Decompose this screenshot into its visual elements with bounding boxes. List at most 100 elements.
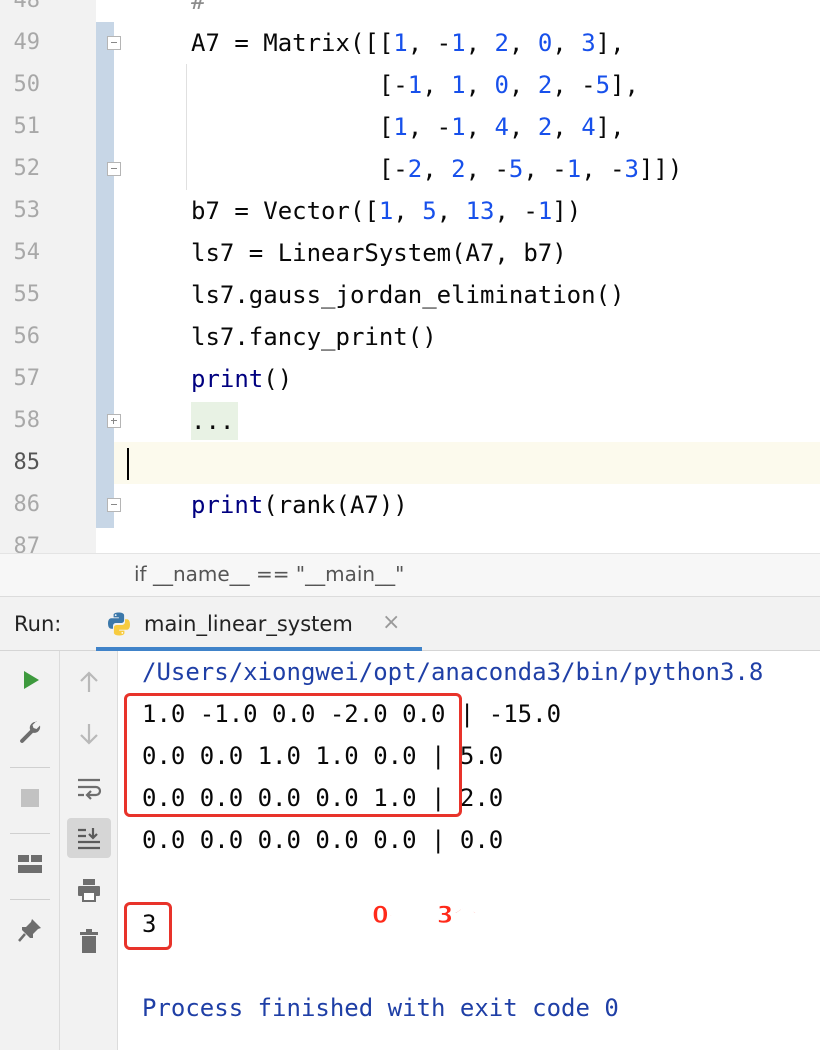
code-number: 2 (451, 155, 466, 183)
run-tool-window-header: Run: main_linear_system × (0, 597, 820, 651)
code-number: 13 (465, 197, 495, 225)
arrow-down-icon (80, 724, 98, 745)
line-number: 48 (13, 0, 41, 13)
code-text: , - (494, 197, 538, 225)
code-text: [- (191, 71, 408, 99)
code-text: , (552, 113, 582, 141)
scroll-to-end-icon (78, 828, 100, 850)
fold-end-icon[interactable] (107, 498, 121, 512)
run-tab[interactable]: main_linear_system × (96, 597, 422, 651)
code-number: 1 (537, 197, 553, 225)
code-text: A7 = Matrix([[ (191, 29, 394, 57)
soft-wrap-button[interactable] (69, 768, 109, 808)
indent-guide (186, 64, 187, 190)
line-number: 49 (13, 30, 41, 55)
code-line[interactable]: # (191, 0, 205, 22)
code-line[interactable]: ls7 = LinearSystem(A7, b7) (191, 232, 567, 274)
code-line[interactable]: print() (191, 358, 292, 400)
code-number: 1 (451, 29, 466, 57)
code-line[interactable]: print(rank(A7)) (191, 484, 408, 526)
line-number: 85 (13, 450, 41, 475)
run-tab-label: main_linear_system (144, 612, 353, 636)
code-number: 2 (537, 113, 553, 141)
printer-icon (78, 879, 100, 902)
code-text: ls7.gauss_jordan_elimination() (191, 281, 625, 309)
code-number: 5 (595, 71, 611, 99)
code-keyword: print (191, 491, 264, 519)
code-line[interactable]: b7 = Vector([1, 5, 13, -1]) (191, 190, 581, 232)
code-text: ls7 = LinearSystem(A7, b7) (191, 239, 567, 267)
line-number: 52 (13, 156, 41, 181)
code-number: 2 (407, 155, 423, 183)
line-number: 58 (13, 408, 41, 433)
code-number: 3 (581, 29, 596, 57)
clear-all-button[interactable] (69, 921, 109, 961)
python-icon (108, 612, 130, 636)
run-toolbar-left (0, 651, 60, 1050)
code-text: , - (581, 155, 625, 183)
code-line[interactable]: ... (191, 400, 234, 442)
line-number: 87 (13, 534, 41, 553)
code-line[interactable]: ls7.fancy_print() (191, 316, 437, 358)
line-number: 86 (13, 492, 41, 517)
code-comment: # (191, 0, 206, 15)
fold-collapse-icon[interactable] (107, 36, 121, 50)
code-number: 1 (451, 71, 466, 99)
line-number: 54 (13, 240, 41, 265)
code-text: , (465, 71, 495, 99)
layout-button[interactable] (10, 844, 50, 884)
code-text: ]) (552, 197, 582, 225)
scroll-down-button[interactable] (69, 714, 109, 754)
code-text: , (508, 29, 538, 57)
code-text: ], (610, 71, 639, 99)
code-text: [ (191, 113, 394, 141)
breadcrumb[interactable]: if __name__ == "__main__" (0, 553, 820, 597)
code-text: , (422, 155, 452, 183)
code-number: 4 (581, 113, 596, 141)
scroll-to-end-button[interactable] (67, 818, 111, 858)
code-text: ls7.fancy_print() (191, 323, 437, 351)
code-line[interactable]: [-2, 2, -5, -1, -3]]) (191, 148, 683, 190)
code-text: , - (523, 155, 567, 183)
code-number: 1 (566, 155, 582, 183)
code-text: , (552, 29, 582, 57)
code-text: , (465, 29, 495, 57)
line-number: 53 (13, 198, 41, 223)
code-text: , (465, 113, 495, 141)
code-number: 2 (537, 71, 553, 99)
layout-icon (18, 855, 42, 873)
scroll-up-button[interactable] (69, 662, 109, 702)
edit-configuration-button[interactable] (10, 712, 50, 752)
current-line-highlight (114, 442, 820, 484)
code-text: , (508, 71, 538, 99)
code-text: () (263, 365, 293, 393)
code-number: 2 (494, 29, 509, 57)
fold-region-indicator (96, 22, 114, 528)
close-tab-icon[interactable]: × (382, 610, 400, 635)
code-number: 0 (494, 71, 509, 99)
code-line[interactable]: ls7.gauss_jordan_elimination() (191, 274, 624, 316)
run-toolbar-right (60, 651, 118, 1050)
annotation-label: 非0行是3个 (347, 901, 478, 930)
fold-expand-icon[interactable] (107, 414, 121, 428)
breadcrumb-item[interactable]: if __name__ == "__main__" (134, 562, 404, 586)
code-editor[interactable]: 48 #49 A7 = Matrix([[1, -1, 2, 0, 3], 50 [-… (0, 0, 820, 553)
code-text: ]]) (639, 155, 683, 183)
fold-end-icon[interactable] (107, 162, 121, 176)
stop-icon (21, 789, 39, 807)
code-line[interactable]: [1, -1, 4, 2, 4], (191, 106, 625, 148)
rerun-button[interactable] (10, 660, 50, 700)
console-command-path: /Users/xiongwei/opt/anaconda3/bin/python… (142, 658, 764, 686)
code-number: 1 (407, 71, 423, 99)
code-text: , - (465, 155, 509, 183)
code-number: 4 (494, 113, 509, 141)
pin-tab-button[interactable] (10, 910, 50, 950)
code-number: 0 (537, 29, 553, 57)
code-line[interactable]: [-1, 1, 0, 2, -5], (191, 64, 639, 106)
print-button[interactable] (69, 870, 109, 910)
stop-button[interactable] (10, 778, 50, 818)
code-text: , (436, 197, 466, 225)
arrow-up-icon (80, 671, 98, 692)
code-line[interactable]: A7 = Matrix([[1, -1, 2, 0, 3], (191, 22, 625, 64)
code-text: (rank(A7)) (263, 491, 408, 519)
